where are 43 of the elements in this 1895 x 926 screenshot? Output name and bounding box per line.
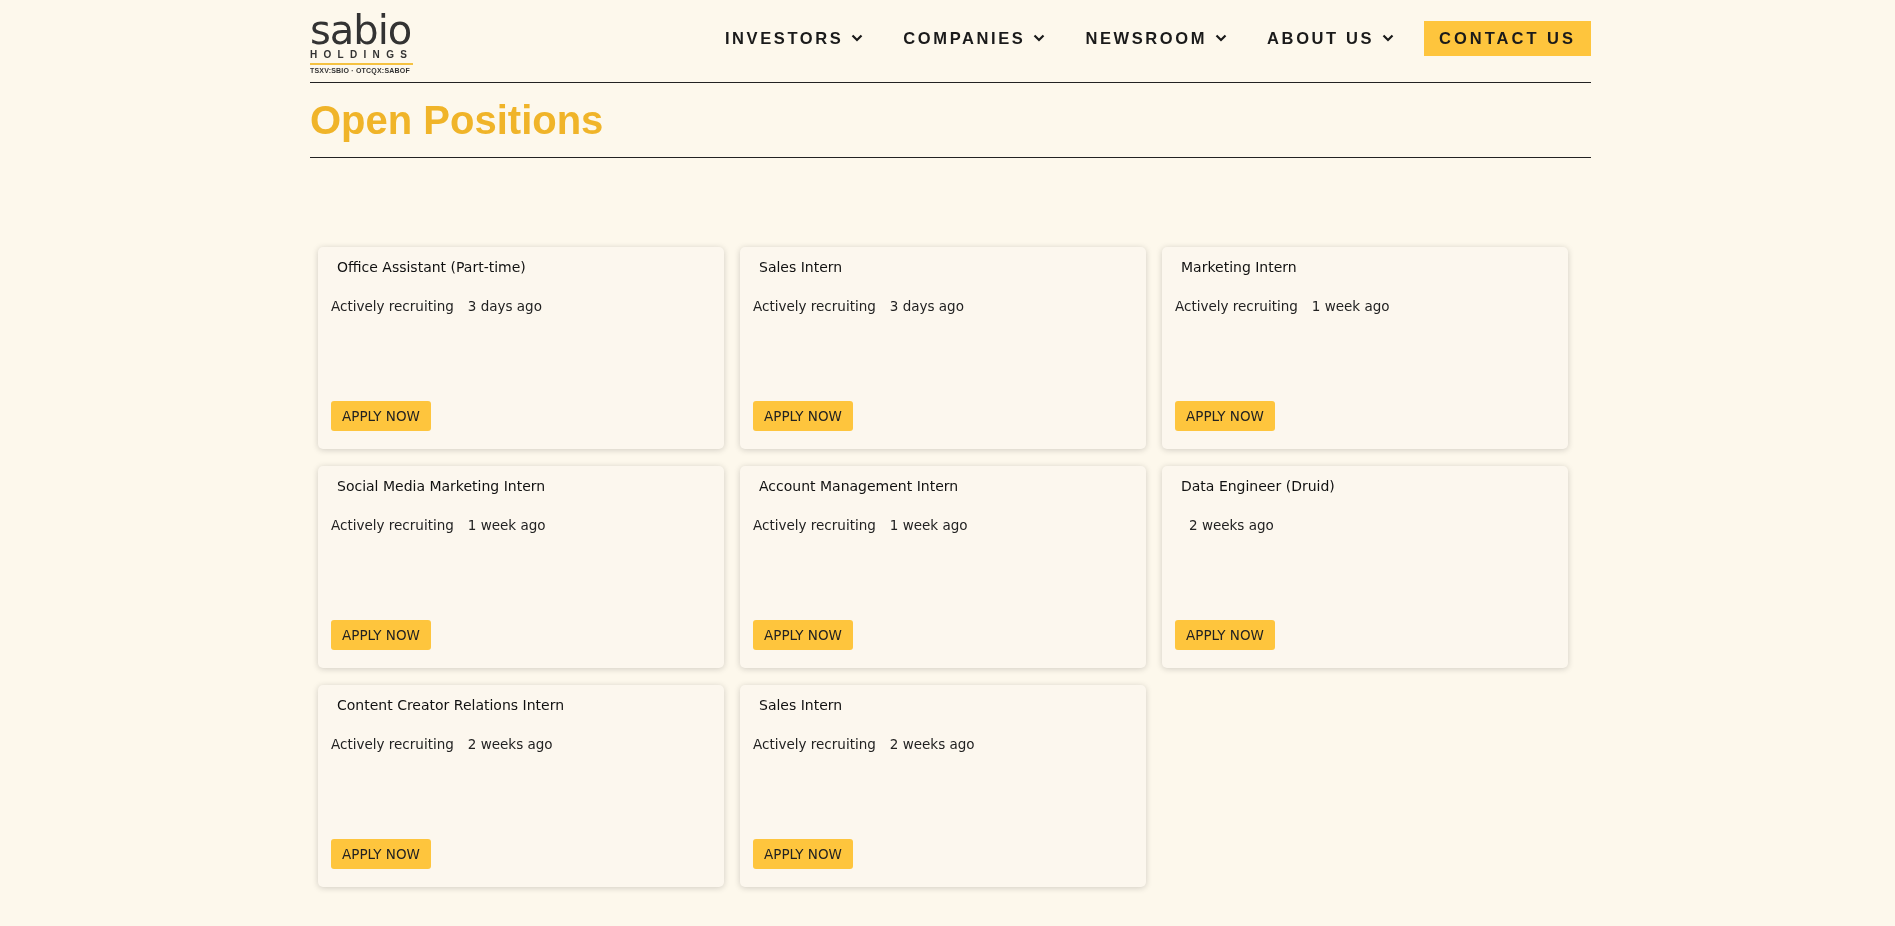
logo-subtitle: HOLDINGS: [310, 48, 414, 65]
job-title: Marketing Intern: [1181, 259, 1298, 275]
apply-button[interactable]: APPLY NOW: [1175, 401, 1275, 431]
status-text: Actively recruiting: [331, 298, 454, 314]
apply-button[interactable]: APPLY NOW: [753, 401, 853, 431]
posted-date: 2 weeks ago: [1189, 517, 1274, 533]
apply-button[interactable]: APPLY NOW: [753, 620, 853, 650]
page-title: Open Positions: [310, 83, 1591, 158]
status-text: Actively recruiting: [753, 298, 876, 314]
nav-menu-item[interactable]: INVESTORS: [724, 28, 864, 48]
status-text: Actively recruiting: [753, 736, 876, 752]
status-text: Actively recruiting: [1175, 298, 1298, 314]
job-title: Account Management Intern: [759, 478, 960, 494]
chevron-down-icon: [851, 34, 864, 42]
posted-date: 3 days ago: [889, 298, 964, 314]
job-title: Social Media Marketing Intern: [337, 478, 547, 494]
nav-menu-item[interactable]: NEWSROOM: [1085, 28, 1228, 48]
posted-date: 1 week ago: [1311, 298, 1390, 314]
posted-date: 1 week ago: [467, 517, 546, 533]
job-title: Office Assistant (Part-time): [337, 259, 527, 275]
status-text: Actively recruiting: [331, 517, 454, 533]
chevron-down-icon: [1033, 34, 1046, 42]
job-title: Data Engineer (Druid): [1181, 478, 1336, 494]
apply-button[interactable]: APPLY NOW: [331, 620, 431, 650]
status-text: Actively recruiting: [753, 517, 876, 533]
chevron-down-icon: [1215, 34, 1228, 42]
posted-date: 3 days ago: [467, 298, 542, 314]
contact-button[interactable]: CONTACT US: [1424, 20, 1591, 56]
chevron-down-icon: [1382, 34, 1395, 42]
apply-button[interactable]: APPLY NOW: [331, 839, 431, 869]
posted-date: 2 weeks ago: [467, 736, 553, 752]
job-title: Sales Intern: [759, 697, 844, 713]
apply-button[interactable]: APPLY NOW: [331, 401, 431, 431]
posted-date: 1 week ago: [889, 517, 968, 533]
nav-menu-item[interactable]: COMPANIES: [903, 28, 1046, 48]
job-title: Content Creator Relations Intern: [337, 697, 566, 713]
logo-wordmark[interactable]: sabio: [310, 10, 412, 49]
apply-button[interactable]: APPLY NOW: [753, 839, 853, 869]
status-text: Actively recruiting: [331, 736, 454, 752]
nav-menu-item[interactable]: ABOUT US: [1267, 28, 1395, 48]
job-title: Sales Intern: [759, 259, 844, 275]
posted-date: 2 weeks ago: [889, 736, 975, 752]
apply-button[interactable]: APPLY NOW: [1175, 620, 1275, 650]
